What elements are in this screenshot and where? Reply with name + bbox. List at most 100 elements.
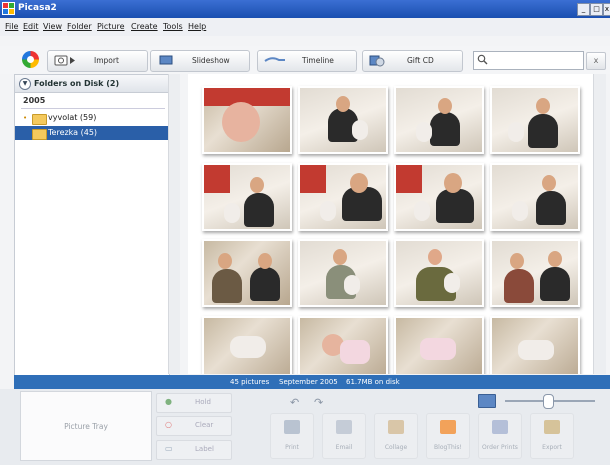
folder-item-terezka[interactable]: Terezka (45) <box>15 126 169 140</box>
rotate-left-icon[interactable]: ↶ <box>290 396 299 409</box>
picasa-logo-icon[interactable] <box>22 51 39 68</box>
bullet-icon: • <box>23 114 28 122</box>
photo-content <box>438 98 452 114</box>
photo-thumbnail[interactable] <box>202 163 292 231</box>
slideshow-label: Slideshow <box>192 56 230 65</box>
rotate-right-icon[interactable]: ↷ <box>314 396 323 409</box>
photo-content <box>300 165 326 193</box>
gift-cd-icon <box>369 55 385 67</box>
photo-thumbnail[interactable] <box>490 163 580 231</box>
menu-edit[interactable]: Edit <box>23 22 39 31</box>
photo-content <box>430 112 460 146</box>
picture-tray[interactable]: Picture Tray <box>20 391 152 461</box>
photo-thumbnail[interactable] <box>298 316 388 374</box>
menu-tools[interactable]: Tools <box>163 22 183 31</box>
import-button[interactable]: Import <box>47 50 148 72</box>
photo-thumbnail[interactable] <box>298 163 388 231</box>
photo-thumbnail[interactable] <box>490 239 580 307</box>
close-button[interactable]: x <box>603 3 610 16</box>
photo-thumbnail[interactable] <box>394 86 484 154</box>
menu-folder[interactable]: Folder <box>67 22 92 31</box>
photo-content <box>218 253 232 269</box>
label-button[interactable]: ▭ Label <box>156 440 232 460</box>
clear-button[interactable]: ○ Clear <box>156 416 232 436</box>
photo-content <box>344 275 360 295</box>
export-button[interactable]: Export <box>530 413 574 459</box>
title-bar: Picasa2 _ □ x <box>0 0 610 18</box>
label-icon: ▭ <box>165 444 173 453</box>
clear-search-button[interactable]: x <box>586 52 606 70</box>
window-title: Picasa2 <box>18 3 57 13</box>
photo-thumbnail[interactable] <box>202 86 292 154</box>
folder-icon <box>32 114 47 125</box>
menu-file[interactable]: File <box>5 22 18 31</box>
folder-item-vyvolat[interactable]: • vyvolat (59) <box>15 111 169 125</box>
photo-content <box>420 338 456 360</box>
slideshow-button[interactable]: Slideshow <box>150 50 250 72</box>
photo-content <box>336 96 350 112</box>
search-input[interactable] <box>490 53 578 66</box>
photo-content <box>204 165 230 193</box>
folders-on-disk-header[interactable]: ▼ Folders on Disk (2) <box>15 75 169 93</box>
photo-thumbnail[interactable] <box>394 316 484 374</box>
photo-thumbnail[interactable] <box>298 86 388 154</box>
print-label: Print <box>285 444 299 451</box>
clear-label: Clear <box>195 421 214 429</box>
picasa-window: Picasa2 _ □ x File Edit View Folder Pict… <box>0 0 610 465</box>
order-prints-button[interactable]: Order Prints <box>478 413 522 459</box>
photo-content <box>540 267 570 301</box>
photo-thumbnail[interactable] <box>202 316 292 374</box>
minimize-button[interactable]: _ <box>577 3 590 16</box>
photo-content <box>250 177 264 193</box>
collapse-arrow-icon[interactable]: ▼ <box>19 78 31 90</box>
camera-icon <box>54 55 75 66</box>
photo-thumbnail[interactable] <box>490 316 580 374</box>
photo-content <box>230 336 266 358</box>
folder-list-scrollbar[interactable] <box>168 74 180 374</box>
photo-content <box>444 273 460 293</box>
timeline-button[interactable]: Timeline <box>257 50 357 72</box>
photo-grid <box>188 74 593 374</box>
photo-thumbnail[interactable] <box>298 239 388 307</box>
photo-content <box>350 173 368 193</box>
menu-view[interactable]: View <box>43 22 62 31</box>
photo-content <box>396 165 422 193</box>
order-prints-icon <box>492 420 508 434</box>
print-button[interactable]: Print <box>270 413 314 459</box>
photo-content <box>518 340 554 360</box>
photo-content <box>548 251 562 267</box>
photo-thumbnail[interactable] <box>202 239 292 307</box>
photo-thumbnail[interactable] <box>490 86 580 154</box>
photo-content <box>510 253 524 269</box>
gift-cd-button[interactable]: Gift CD <box>362 50 463 72</box>
email-button[interactable]: Email <box>322 413 366 459</box>
photo-content <box>504 269 534 303</box>
status-bar: 45 pictures September 2005 61.7MB on dis… <box>14 375 610 389</box>
photo-thumbnail[interactable] <box>394 239 484 307</box>
search-icon <box>477 54 488 65</box>
photo-grid-scrollbar[interactable] <box>593 74 606 374</box>
search-field[interactable] <box>473 51 584 70</box>
menu-help[interactable]: Help <box>188 22 206 31</box>
menu-picture[interactable]: Picture <box>97 22 125 31</box>
picasa-app-icon <box>2 2 15 15</box>
picture-tray-label: Picture Tray <box>64 422 108 431</box>
blogthis-label: BlogThis! <box>434 444 462 451</box>
collage-button[interactable]: Collage <box>374 413 418 459</box>
print-icon <box>284 420 300 434</box>
blogthis-button[interactable]: BlogThis! <box>426 413 470 459</box>
collage-label: Collage <box>384 444 408 451</box>
hold-button[interactable]: ● Hold <box>156 393 232 413</box>
photo-content <box>536 98 550 114</box>
photo-content <box>250 267 280 301</box>
photo-content <box>414 201 430 221</box>
clear-icon: ○ <box>165 420 172 429</box>
folder-date: September 2005 <box>279 378 338 386</box>
photo-content <box>224 203 240 223</box>
menu-create[interactable]: Create <box>131 22 158 31</box>
gift-cd-label: Gift CD <box>407 56 434 65</box>
export-label: Export <box>542 444 562 451</box>
zoom-slider-thumb[interactable] <box>543 394 554 409</box>
photo-thumbnail[interactable] <box>394 163 484 231</box>
maximize-button[interactable]: □ <box>590 3 603 16</box>
